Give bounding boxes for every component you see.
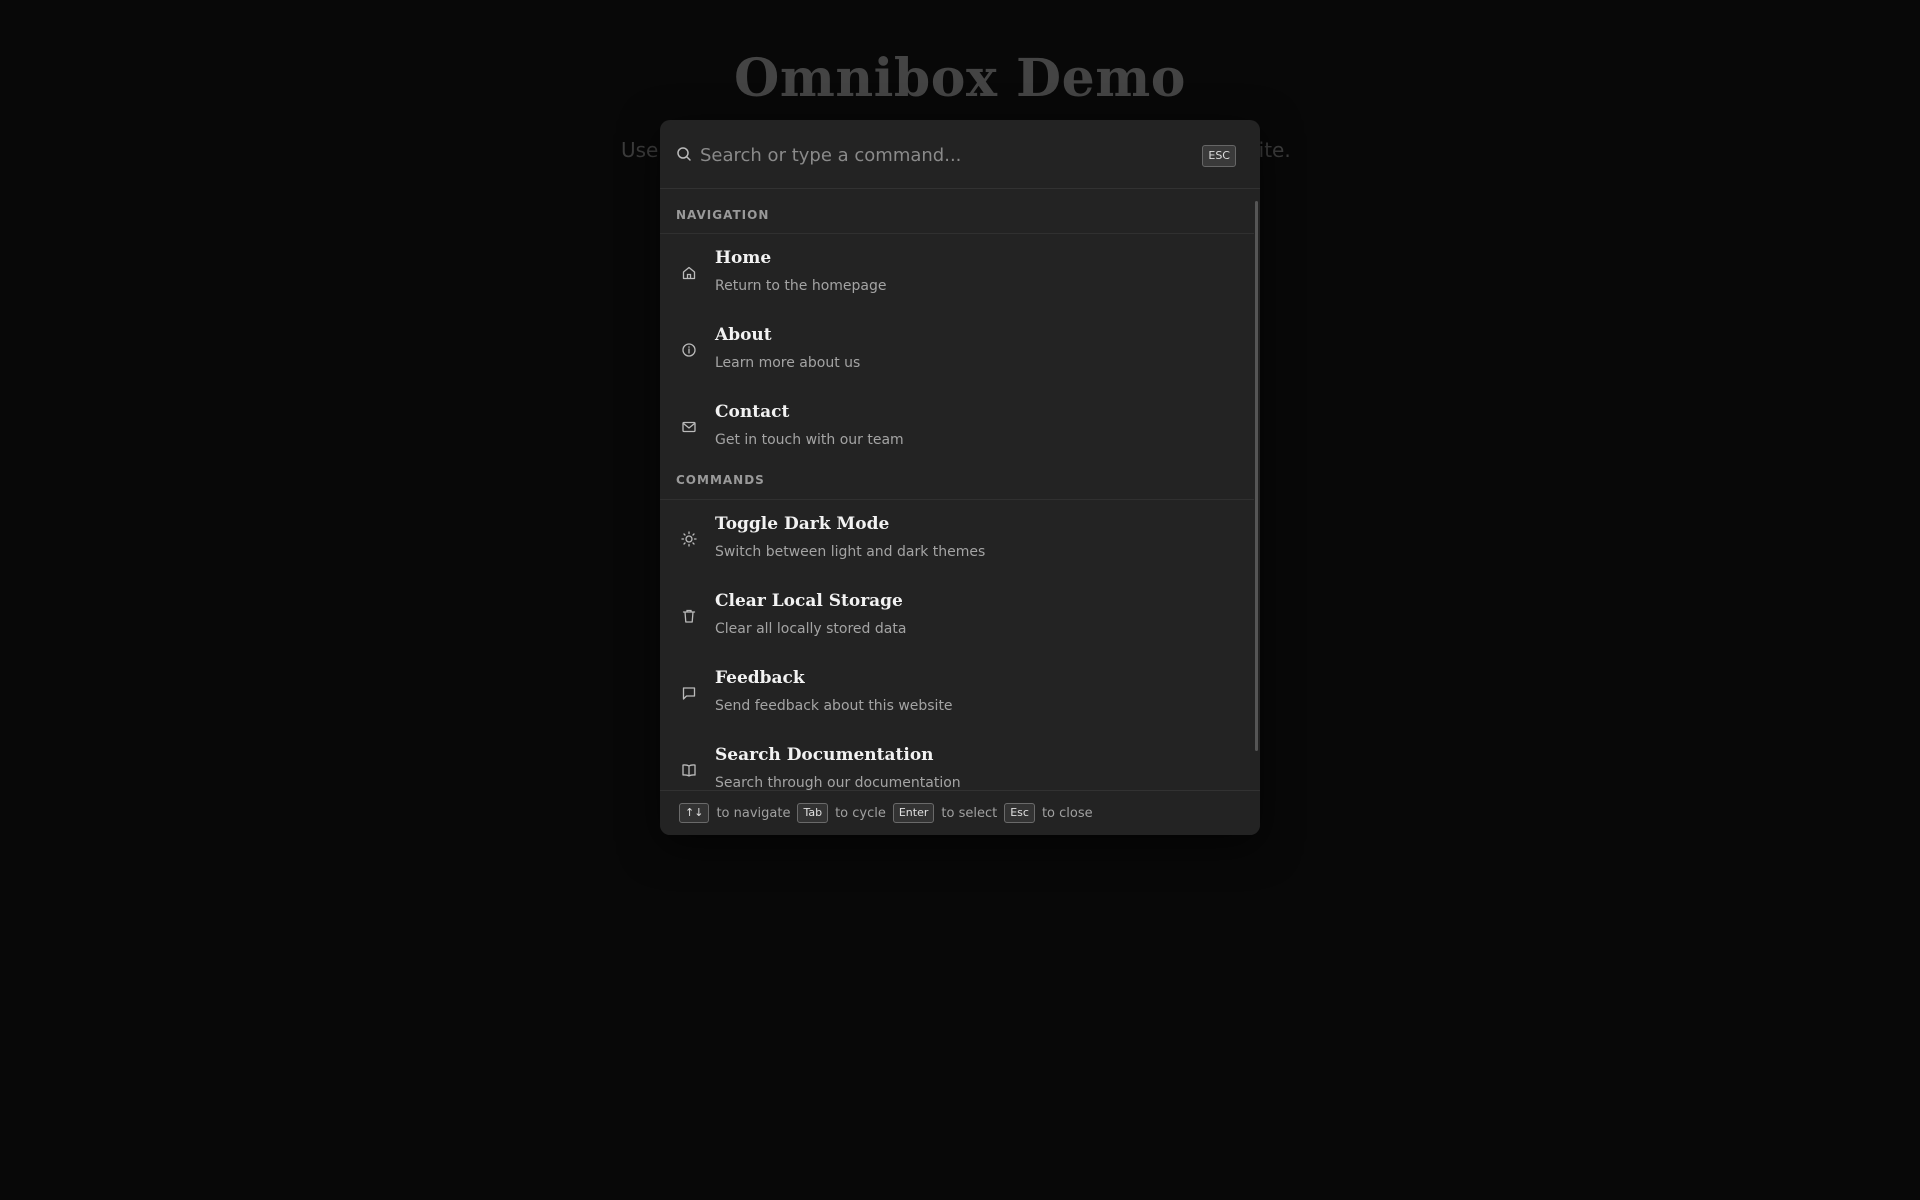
result-item-clear-local-storage[interactable]: Clear Local Storage Clear all locally st… [660, 577, 1254, 654]
result-item-about[interactable]: About Learn more about us [660, 311, 1254, 388]
home-icon [682, 266, 696, 280]
section-header-navigation: NAVIGATION [660, 189, 1254, 234]
results-scrollbar[interactable] [1255, 201, 1258, 751]
search-input[interactable] [700, 138, 1140, 172]
page-title: Omnibox Demo [734, 48, 1186, 109]
result-item-home[interactable]: Home Return to the homepage [660, 234, 1254, 311]
result-item-title: Toggle Dark Mode [715, 514, 890, 534]
close-key: Esc [1004, 803, 1035, 823]
cycle-key: Tab [797, 803, 829, 823]
result-item-description: Learn more about us [715, 355, 861, 371]
mail-icon [682, 421, 696, 433]
cycle-hint: to cycle [835, 805, 886, 821]
result-item-title: About [715, 325, 772, 345]
select-hint: to select [941, 805, 998, 821]
result-item-title: Feedback [715, 668, 805, 688]
page-subtitle-left: Use [621, 138, 659, 162]
section-label-navigation: NAVIGATION [676, 208, 770, 222]
result-item-description: Switch between light and dark themes [715, 544, 986, 560]
result-item-description: Clear all locally stored data [715, 621, 907, 637]
search-bar: ESC [660, 120, 1260, 189]
result-item-description: Send feedback about this website [715, 698, 953, 714]
esc-key-badge[interactable]: ESC [1202, 145, 1236, 167]
select-key: Enter [892, 803, 935, 823]
page: Omnibox Demo Use osite. ESC NAVIGATION [0, 0, 1920, 1200]
keyboard-hints-footer: ↑↓ to navigate Tab to cycle Enter to sel… [660, 790, 1260, 835]
result-item-description: Search through our documentation [715, 775, 961, 791]
sun-icon [681, 531, 697, 547]
search-icon [677, 147, 691, 161]
result-item-toggle-dark-mode[interactable]: Toggle Dark Mode Switch between light an… [660, 500, 1254, 577]
book-icon [682, 764, 696, 777]
message-icon [682, 687, 696, 700]
result-item-description: Return to the homepage [715, 278, 887, 294]
info-icon [682, 343, 696, 357]
result-item-title: Home [715, 248, 772, 268]
close-hint: to close [1041, 805, 1093, 821]
result-item-title: Contact [715, 402, 790, 422]
results-list[interactable]: NAVIGATION Home Return to the homepage A… [660, 189, 1260, 835]
result-item-title: Clear Local Storage [715, 591, 903, 611]
section-label-commands: COMMANDS [676, 473, 765, 487]
trash-icon [682, 609, 696, 623]
omnibox-dialog: ESC NAVIGATION Home Return to the homepa… [660, 120, 1260, 835]
result-item-contact[interactable]: Contact Get in touch with our team [660, 388, 1254, 465]
result-item-description: Get in touch with our team [715, 432, 904, 448]
section-header-commands: COMMANDS [660, 465, 1254, 500]
navigate-hint: to navigate [716, 805, 791, 821]
navigate-key: ↑↓ [679, 803, 710, 823]
result-item-feedback[interactable]: Feedback Send feedback about this websit… [660, 654, 1254, 731]
result-item-title: Search Documentation [715, 745, 934, 765]
